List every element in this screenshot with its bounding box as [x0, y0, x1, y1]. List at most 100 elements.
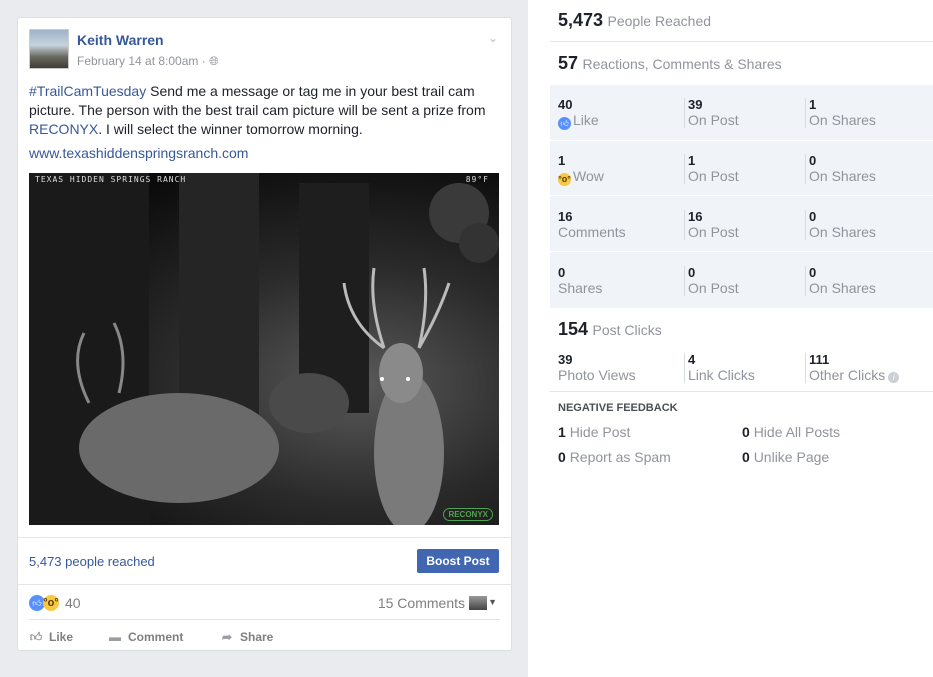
post-clicks-label: Post Clicks	[592, 322, 662, 338]
divider	[550, 41, 933, 42]
author-name[interactable]: Keith Warren	[77, 32, 164, 48]
reaction-count[interactable]: 40	[65, 595, 81, 611]
grid-cell: 39 On Post	[684, 98, 794, 128]
cell-number: 0	[809, 209, 817, 224]
comment-icon: ▬	[109, 630, 121, 644]
grid-divider	[550, 251, 933, 252]
mention-link[interactable]: RECONYX	[29, 121, 98, 137]
post-clicks-number: 154	[558, 319, 589, 339]
reactions-number: 57	[558, 53, 579, 73]
cell-number: 39	[688, 97, 703, 112]
grid-cell: 16 Comments	[558, 209, 668, 241]
cell-number: 0	[558, 265, 566, 280]
grid-cell: 0 Shares	[558, 265, 668, 297]
cell-number: 4	[688, 352, 696, 367]
cell-number: 111	[809, 352, 830, 367]
grid-cell: 0 On Shares	[805, 154, 915, 184]
info-icon[interactable]: i	[888, 372, 900, 383]
people-reached-label: People Reached	[607, 13, 712, 29]
photo-caption-left: TEXAS HIDDEN SPRINGS RANCH	[35, 175, 187, 184]
cell-label: Photo Views	[558, 367, 636, 383]
like-icon: 👍︎	[558, 117, 571, 130]
cell-label: On Shares	[809, 280, 876, 296]
clicks-cell: 4 Link Clicks	[684, 353, 794, 383]
cell-number: 39	[558, 352, 573, 367]
cell-number: 0	[809, 265, 817, 280]
people-reached-link[interactable]: 5,473 people reached	[29, 554, 155, 569]
cell-number: 16	[688, 209, 703, 224]
wow-reaction-icon[interactable]: °o°	[43, 595, 59, 611]
clicks-cell: 111 Other Clicks i	[805, 353, 925, 383]
cell-label: 👍︎ Like	[558, 112, 668, 130]
hashtag-link[interactable]: #TrailCamTuesday	[29, 83, 146, 99]
separator-dot: ·	[201, 54, 206, 68]
thumbs-up-icon: 👍︎	[29, 630, 43, 644]
grid-cell: 1 On Post	[684, 154, 794, 184]
negative-unlike-page: 0 Unlike Page	[742, 449, 830, 465]
grid-cell: 1 °o° Wow	[558, 154, 668, 186]
insights-panel: 5,473 People Reached 57 Reactions, Comme…	[528, 0, 933, 677]
reconyx-logo: RECONYX	[443, 508, 493, 521]
share-arrow-icon: ➦	[221, 630, 233, 644]
negative-hide-post: 1 Hide Post	[558, 424, 631, 440]
commenter-selector[interactable]: ▼	[469, 596, 497, 610]
divider	[550, 391, 933, 392]
grid-divider	[550, 195, 933, 196]
cell-label: Shares	[558, 280, 603, 296]
caret-down-icon: ▼	[488, 597, 497, 607]
cell-label: Other Clicks i	[809, 367, 925, 383]
divider	[18, 537, 511, 538]
cell-label: On Post	[688, 168, 739, 184]
post-text: #TrailCamTuesday Send me a message or ta…	[29, 82, 501, 139]
comments-count-link[interactable]: 15 Comments	[378, 595, 465, 611]
negative-feedback-title: NEGATIVE FEEDBACK	[558, 402, 678, 414]
cell-number: 16	[558, 209, 573, 224]
post-meta: February 14 at 8:00am · 🌐︎	[77, 54, 219, 69]
negative-report-spam: 0 Report as Spam	[558, 449, 671, 465]
comment-button[interactable]: ▬ Comment	[108, 628, 183, 648]
trail-cam-photo[interactable]: TEXAS HIDDEN SPRINGS RANCH 89°F RECONYX	[29, 173, 499, 525]
cell-number: 0	[809, 153, 817, 168]
cell-label: On Shares	[809, 224, 876, 240]
deer-illustration	[29, 173, 499, 525]
wow-icon: °o°	[558, 173, 571, 186]
clicks-cell: 39 Photo Views	[558, 352, 668, 384]
boost-post-button[interactable]: Boost Post	[417, 549, 499, 573]
cell-label: On Shares	[809, 112, 876, 128]
commenter-avatar-icon	[469, 596, 487, 610]
post-date[interactable]: February 14 at 8:00am	[77, 54, 198, 68]
cell-label: On Post	[688, 224, 739, 240]
chevron-down-icon[interactable]: ⌄	[488, 31, 498, 45]
grid-cell: 16 On Post	[684, 210, 794, 240]
grid-divider	[550, 140, 933, 141]
reactions-stat: 57 Reactions, Comments & Shares	[558, 53, 933, 74]
cell-number: 1	[558, 153, 566, 168]
grid-cell: 0 On Shares	[805, 210, 915, 240]
cell-number: 0	[688, 265, 696, 280]
reactions-label: Reactions, Comments & Shares	[582, 56, 782, 72]
post-actions: 👍︎ Like ▬ Comment ➦ Share	[29, 628, 501, 648]
like-label: Like	[49, 630, 74, 644]
share-button[interactable]: ➦ Share	[220, 628, 273, 648]
globe-icon: 🌐︎	[209, 54, 219, 68]
negative-hide-all-posts: 0 Hide All Posts	[742, 424, 841, 440]
cell-number: 1	[688, 153, 696, 168]
grid-cell: 40 👍︎ Like	[558, 98, 668, 130]
author-avatar[interactable]	[29, 29, 69, 69]
post-website-link[interactable]: www.texashiddenspringsranch.com	[29, 145, 248, 161]
cell-number: 40	[558, 97, 573, 112]
reactions-row: 👍︎ °o° 40 15 Comments ▼	[29, 594, 501, 614]
cell-label: Comments	[558, 224, 626, 240]
grid-cell: 0 On Post	[684, 266, 794, 296]
cell-label: On Shares	[809, 168, 876, 184]
comment-label: Comment	[128, 630, 184, 644]
people-reached-stat: 5,473 People Reached	[558, 10, 933, 31]
like-button[interactable]: 👍︎ Like	[29, 628, 73, 648]
divider	[18, 584, 511, 585]
people-reached-number: 5,473	[558, 10, 604, 30]
photo-caption-right: 89°F	[465, 175, 489, 184]
reactions-breakdown-grid: 40 👍︎ Like 39 On Post 1 On Shares 1 °o° Wo…	[550, 85, 933, 308]
cell-number: 1	[809, 97, 817, 112]
post-header: Keith Warren February 14 at 8:00am · 🌐︎ …	[29, 29, 500, 74]
grid-cell: 0 On Shares	[805, 266, 915, 296]
